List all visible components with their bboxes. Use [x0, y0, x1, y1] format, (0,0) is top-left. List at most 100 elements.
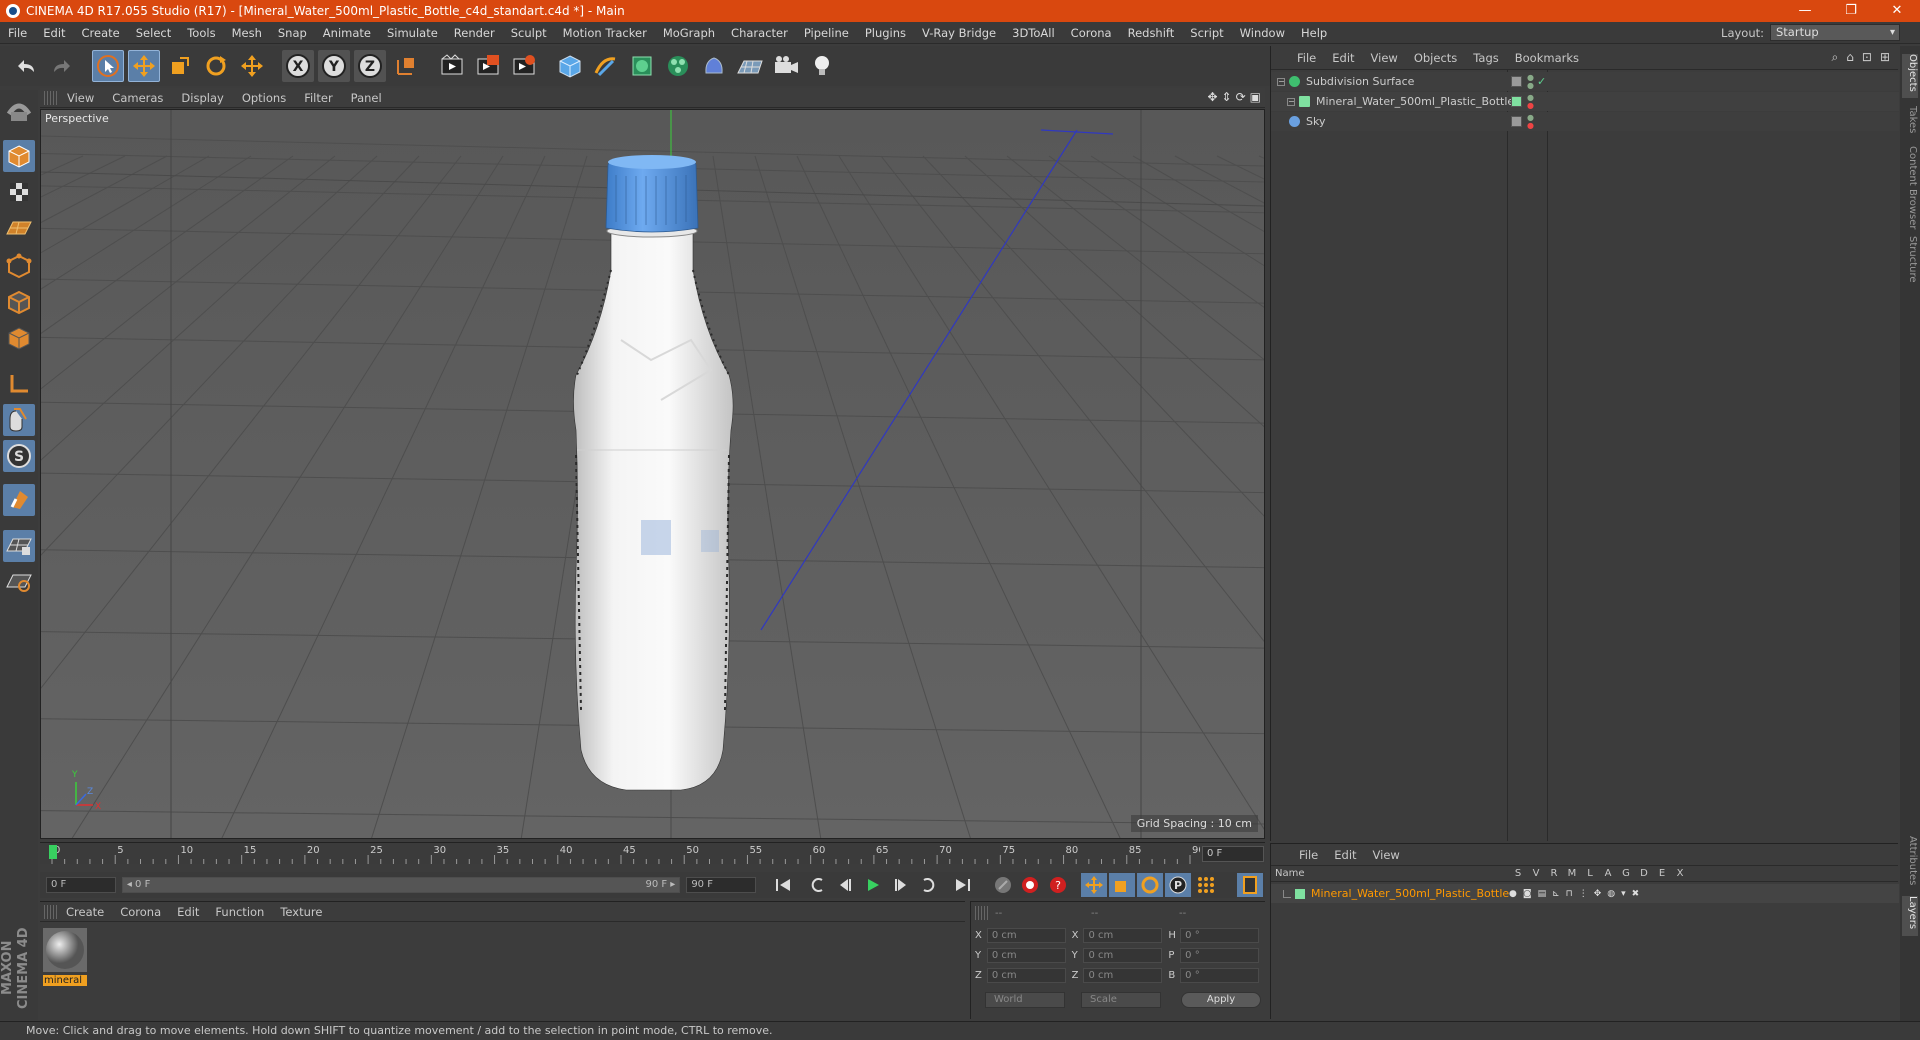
layer-tag-icon[interactable] — [1511, 96, 1522, 107]
layout-dropdown[interactable]: Startup — [1770, 24, 1900, 41]
object-row-sky[interactable]: Sky ● ● — [1271, 112, 1899, 131]
layer-row[interactable]: Mineral_Water_500ml_Plastic_Bottle ● ◙ ▤… — [1271, 884, 1899, 903]
edit-render-settings-button[interactable] — [508, 50, 540, 82]
locked-workplane-button[interactable] — [3, 530, 35, 562]
render-view-button[interactable] — [436, 50, 468, 82]
polygons-mode-button[interactable] — [3, 322, 35, 354]
cube-primitive-button[interactable] — [554, 50, 586, 82]
coord-value-field[interactable]: 0 cm — [1083, 927, 1163, 943]
coord-value-field[interactable]: 0 cm — [1083, 967, 1163, 983]
close-button[interactable]: ✕ — [1874, 0, 1920, 22]
keyframe-selection-icon[interactable]: ? — [1045, 873, 1071, 897]
menu-script[interactable]: Script — [1182, 26, 1231, 40]
previous-key-icon[interactable] — [804, 873, 830, 897]
enable-snap-button[interactable] — [3, 484, 35, 516]
object-menu-objects[interactable]: Objects — [1406, 51, 1465, 65]
right-tab-structure[interactable]: Structure — [1902, 236, 1918, 286]
layer-xref-toggle[interactable]: ✖ — [1632, 889, 1640, 899]
object-name[interactable]: Subdivision Surface — [1306, 75, 1414, 88]
menu-create[interactable]: Create — [74, 26, 128, 40]
layer-generators-toggle[interactable]: ✥ — [1594, 889, 1602, 899]
layer-column-v[interactable]: V — [1527, 868, 1545, 879]
coord-value-field[interactable]: 0 ° — [1180, 967, 1260, 983]
make-editable-button[interactable] — [3, 94, 35, 126]
menu-motion-tracker[interactable]: Motion Tracker — [555, 26, 655, 40]
visibility-dots-icon[interactable]: ● ● — [1527, 73, 1534, 90]
menu-redshift[interactable]: Redshift — [1120, 26, 1183, 40]
end-frame-field[interactable]: 90 F — [686, 877, 757, 893]
coord-value-field[interactable]: 0 ° — [1180, 927, 1260, 943]
viewport-menu-display[interactable]: Display — [172, 91, 232, 105]
menu-help[interactable]: Help — [1293, 26, 1335, 40]
object-menu-view[interactable]: View — [1363, 51, 1406, 65]
layer-visible-toggle[interactable]: ◙ — [1523, 889, 1532, 899]
pan-icon[interactable]: ✥ — [1207, 90, 1217, 104]
perspective-viewport[interactable]: Y Z X Perspective Grid Spacing : 10 cm — [40, 109, 1265, 839]
subdivision-surface-button[interactable] — [626, 50, 658, 82]
menu-v-ray-bridge[interactable]: V-Ray Bridge — [914, 26, 1004, 40]
edges-mode-button[interactable] — [3, 286, 35, 318]
menu-simulate[interactable]: Simulate — [379, 26, 446, 40]
menu-pipeline[interactable]: Pipeline — [796, 26, 857, 40]
axis-mode-button[interactable] — [3, 368, 35, 400]
coord-value-field[interactable]: 0 cm — [986, 927, 1066, 943]
object-menu-edit[interactable]: Edit — [1324, 51, 1362, 65]
rotate-tool-button[interactable] — [200, 50, 232, 82]
render-to-picture-viewer-button[interactable] — [472, 50, 504, 82]
next-frame-icon[interactable] — [888, 873, 914, 897]
expand-icon[interactable]: ⊞ — [1880, 50, 1890, 65]
enabled-check-icon[interactable]: ✓ — [1537, 75, 1546, 88]
viewport-menu-view[interactable]: View — [58, 91, 103, 105]
coord-value-field[interactable]: 0 cm — [1083, 947, 1163, 963]
menu-snap[interactable]: Snap — [270, 26, 315, 40]
material-thumbnail[interactable]: mineral — [43, 928, 87, 986]
apply-button[interactable]: Apply — [1181, 992, 1261, 1008]
layer-animation-toggle[interactable]: ⋮ — [1579, 889, 1588, 899]
material-menu-corona[interactable]: Corona — [112, 905, 169, 919]
layer-render-toggle[interactable]: ▤ — [1538, 889, 1547, 899]
scale-tool-button[interactable] — [164, 50, 196, 82]
viewport-menu-panel[interactable]: Panel — [342, 91, 391, 105]
workplane-mode-button[interactable] — [3, 212, 35, 244]
menu-render[interactable]: Render — [446, 26, 503, 40]
viewport-menu-options[interactable]: Options — [233, 91, 295, 105]
material-menu-edit[interactable]: Edit — [169, 905, 207, 919]
x-axis-lock-button[interactable]: X — [282, 50, 314, 82]
right-tab-layers[interactable]: Layers — [1902, 896, 1918, 936]
deformer-button[interactable] — [698, 50, 730, 82]
layer-lock-toggle[interactable]: ⊓ — [1566, 889, 1573, 899]
object-row-mineral-water-500ml-plastic-bottle[interactable]: − Mineral_Water_500ml_Plastic_Bottle ● ● — [1271, 92, 1899, 111]
redo-button[interactable] — [46, 50, 78, 82]
viewport-menu-filter[interactable]: Filter — [295, 91, 341, 105]
layer-expressions-toggle[interactable]: ▾ — [1621, 889, 1626, 899]
y-axis-lock-button[interactable]: Y — [318, 50, 350, 82]
menu-3dtoall[interactable]: 3DToAll — [1004, 26, 1063, 40]
next-key-icon[interactable] — [916, 873, 942, 897]
layer-column-a[interactable]: A — [1599, 868, 1617, 879]
planar-workplane-button[interactable] — [3, 566, 35, 598]
live-selection-tool-button[interactable] — [92, 50, 124, 82]
pen-spline-button[interactable] — [590, 50, 622, 82]
play-forward-icon[interactable] — [860, 873, 886, 897]
maximize-view-icon[interactable]: ▣ — [1250, 90, 1261, 104]
coordinate-system-button[interactable] — [390, 50, 422, 82]
key-parameter-icon[interactable]: P — [1165, 873, 1192, 897]
layer-column-g[interactable]: G — [1617, 868, 1635, 879]
tweak-mode-button[interactable] — [3, 404, 35, 436]
floor-button[interactable] — [734, 50, 766, 82]
go-to-start-icon[interactable] — [770, 873, 796, 897]
previous-frame-icon[interactable] — [832, 873, 858, 897]
object-name[interactable]: Mineral_Water_500ml_Plastic_Bottle — [1316, 95, 1514, 108]
layer-manager-toggle[interactable]: ⊾ — [1552, 889, 1560, 899]
cloner-button[interactable] — [662, 50, 694, 82]
menu-edit[interactable]: Edit — [35, 26, 73, 40]
material-menu-function[interactable]: Function — [207, 905, 272, 919]
z-axis-lock-button[interactable]: Z — [354, 50, 386, 82]
menu-animate[interactable]: Animate — [315, 26, 379, 40]
layer-name[interactable]: Mineral_Water_500ml_Plastic_Bottle — [1311, 887, 1509, 900]
layer-column-d[interactable]: D — [1635, 868, 1653, 879]
texture-mode-button[interactable] — [3, 176, 35, 208]
visibility-dots-icon[interactable]: ● ● — [1527, 93, 1534, 110]
layer-color-swatch[interactable] — [1295, 888, 1305, 899]
menu-character[interactable]: Character — [723, 26, 796, 40]
